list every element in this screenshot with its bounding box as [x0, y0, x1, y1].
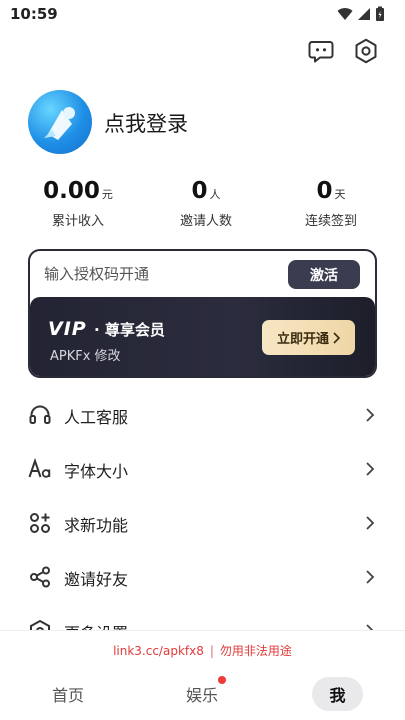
- vip-subtitle: APKFx 修改: [50, 349, 121, 364]
- status-time: 10:59: [10, 5, 58, 23]
- auth-code-input[interactable]: [44, 259, 284, 289]
- vip-card: 激活 VIP · 尊享会员 APKFx 修改 立即开通: [28, 249, 377, 378]
- menu-label: 人工客服: [64, 408, 129, 427]
- chevron-right-icon: [366, 462, 375, 476]
- stat-income[interactable]: 0.00 元 累计收入: [18, 178, 138, 229]
- share-icon: [28, 565, 52, 589]
- stat-label: 邀请人数: [179, 214, 232, 229]
- stat-unit: 元: [101, 188, 113, 201]
- apps-add-icon: [28, 511, 52, 535]
- login-link[interactable]: 点我登录: [104, 108, 188, 138]
- chevron-right-icon: [366, 516, 375, 530]
- signal-icon: [358, 8, 370, 20]
- avatar-logo-icon: [44, 107, 75, 140]
- message-button[interactable]: [306, 36, 336, 66]
- vip-panel[interactable]: VIP · 尊享会员 APKFx 修改 立即开通: [30, 297, 375, 376]
- notice-link[interactable]: link3.cc/apkfx8: [113, 644, 204, 658]
- stat-label: 连续签到: [304, 214, 357, 229]
- stat-value: 0: [316, 178, 333, 204]
- stat-value: 0.00: [43, 178, 100, 204]
- stat-unit: 人: [209, 188, 221, 201]
- chevron-right-icon: [333, 331, 340, 344]
- menu-label: 求新功能: [64, 516, 129, 535]
- stat-invites[interactable]: 0 人 邀请人数: [146, 178, 266, 229]
- font-size-icon: [28, 457, 52, 481]
- notification-dot: [218, 676, 226, 684]
- tab-me[interactable]: 我: [312, 677, 363, 711]
- stat-label: 累计收入: [51, 214, 104, 229]
- notice-warning: 勿用非法用途: [219, 644, 292, 658]
- open-vip-button[interactable]: 立即开通: [262, 320, 355, 355]
- menu-item-invite-friends[interactable]: 邀请好友: [0, 550, 405, 604]
- stat-unit: 天: [334, 188, 346, 201]
- wifi-icon: [337, 8, 353, 20]
- chevron-right-icon: [366, 570, 375, 584]
- avatar[interactable]: [28, 90, 92, 154]
- activate-button[interactable]: 激活: [288, 260, 360, 289]
- status-icons: [337, 6, 385, 22]
- tab-home[interactable]: 首页: [28, 677, 108, 711]
- status-bar: 10:59: [0, 0, 405, 28]
- vip-title: · 尊享会员: [94, 321, 165, 339]
- stat-value: 0: [191, 178, 208, 204]
- menu-label: 字体大小: [64, 462, 129, 481]
- vip-logo: VIP: [48, 318, 87, 340]
- menu-item-font-size[interactable]: 字体大小: [0, 442, 405, 496]
- chevron-right-icon: [366, 408, 375, 422]
- notice-banner: link3.cc/apkfx8 | 勿用非法用途: [0, 642, 405, 659]
- activation-row: 激活: [30, 251, 375, 297]
- menu-item-customer-service[interactable]: 人工客服: [0, 388, 405, 442]
- message-icon: [308, 41, 334, 63]
- settings-icon: [355, 38, 377, 64]
- open-vip-label: 立即开通: [276, 332, 329, 347]
- notice-separator: |: [209, 644, 214, 658]
- menu-label: 邀请好友: [64, 570, 129, 589]
- bottom-bar: link3.cc/apkfx8 | 勿用非法用途 首页 娱乐 我: [0, 630, 405, 720]
- tab-entertainment[interactable]: 娱乐: [162, 677, 242, 711]
- stat-checkin[interactable]: 0 天 连续签到: [271, 178, 391, 229]
- settings-button[interactable]: [351, 36, 381, 66]
- headset-icon: [28, 403, 52, 427]
- menu-item-feature-request[interactable]: 求新功能: [0, 496, 405, 550]
- battery-icon: [376, 6, 384, 21]
